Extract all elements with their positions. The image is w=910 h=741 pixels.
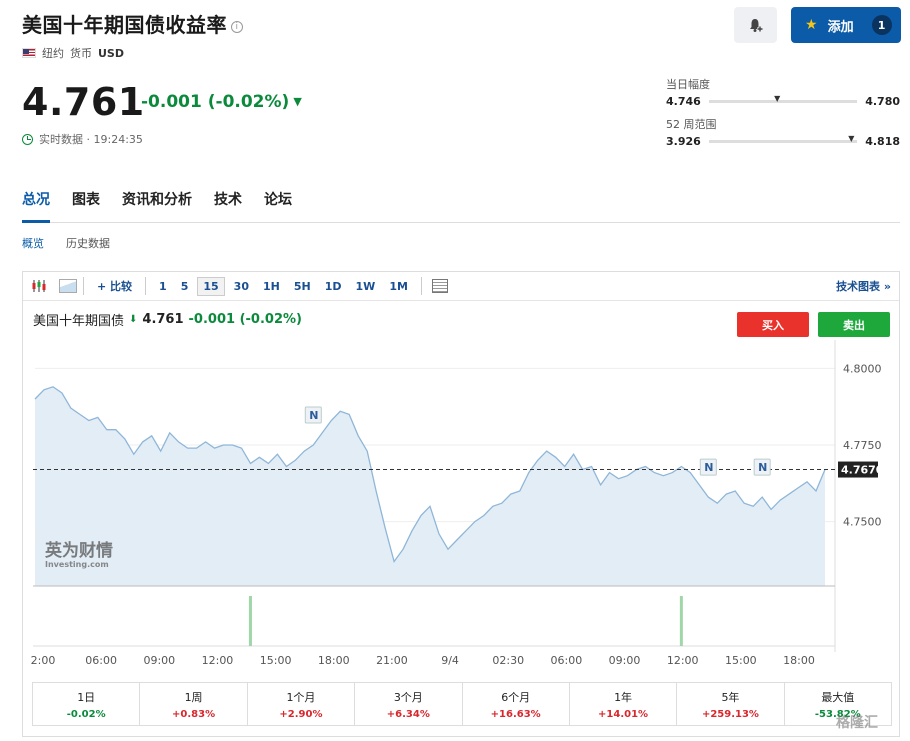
period-label: 5年 (721, 691, 740, 704)
x-tick-label: 06:00 (85, 654, 117, 667)
add-watchlist-button[interactable]: ★ 添加 1 (791, 7, 901, 43)
currency-label: 货币 (70, 47, 92, 60)
tabs-divider (22, 222, 900, 223)
subtab-history[interactable]: 历史数据 (66, 235, 110, 251)
period-label: 1个月 (286, 691, 316, 704)
period-value: -0.02% (66, 709, 106, 720)
range-marker-icon: ▼ (848, 134, 855, 143)
week52-range-bar: ▼ (708, 134, 858, 143)
x-tick-label: 15:00 (260, 654, 292, 667)
volume-bar (679, 596, 683, 646)
period-cell[interactable]: 1日 -0.02% (33, 683, 141, 725)
tab-technical[interactable]: 技术 (214, 189, 242, 209)
sub-tabs: 概览 历史数据 (22, 235, 110, 251)
x-tick-label: 9/4 (441, 654, 459, 667)
page-title: 美国十年期国债收益率 i (22, 9, 243, 38)
clock-icon (22, 133, 33, 145)
x-tick-label: 12:00 (202, 654, 234, 667)
star-icon: ★ (805, 17, 818, 33)
price-area (35, 386, 825, 586)
period-value: +16.63% (490, 709, 541, 720)
period-value: +259.13% (701, 709, 759, 720)
us-flag-icon (22, 48, 36, 58)
price-chart[interactable]: 4.8000 4.7750 4.7500 4.7670 N N N 2:00 06:00 09:0… (23, 272, 899, 682)
alert-button[interactable] (734, 7, 777, 43)
period-value: +0.83% (172, 709, 216, 720)
subtab-summary[interactable]: 概览 (22, 235, 44, 251)
investing-logo-sub: Investing.com (45, 560, 109, 569)
x-tick-label: 12:00 (667, 654, 699, 667)
x-tick-label: 02:30 (492, 654, 524, 667)
period-label: 最大值 (821, 691, 855, 704)
x-tick-label: 09:00 (143, 654, 175, 667)
main-tabs: 总况 图表 资讯和分析 技术 论坛 (22, 189, 292, 209)
news-marker-label: N (758, 461, 767, 474)
info-icon[interactable]: i (231, 20, 243, 33)
watermark-logo: 格隆汇 (836, 715, 878, 731)
period-label: 1周 (184, 691, 203, 704)
x-tick-label: 21:00 (376, 654, 408, 667)
period-value: +2.90% (279, 709, 323, 720)
period-cell[interactable]: 1个月 +2.90% (248, 683, 356, 725)
period-value: +14.01% (598, 709, 649, 720)
y-tick-label: 4.7750 (843, 439, 882, 452)
period-cell[interactable]: 5年 +259.13% (677, 683, 785, 725)
tab-forum[interactable]: 论坛 (264, 189, 292, 209)
x-tick-label: 2:00 (31, 654, 56, 667)
y-tick-label: 4.8000 (843, 362, 882, 375)
news-marker-label: N (309, 409, 318, 422)
x-tick-label: 09:00 (609, 654, 641, 667)
period-label: 3个月 (393, 691, 423, 704)
period-label: 1日 (77, 691, 96, 704)
period-cell[interactable]: 1周 +0.83% (140, 683, 248, 725)
y-tick-label: 4.7500 (843, 516, 882, 529)
price-change: -0.001 (-0.02%) ▼ (141, 92, 302, 112)
week52-range: 52 周范围 3.926 ▼ 4.818 (666, 118, 900, 148)
investing-logo: 英为财情 (45, 540, 113, 561)
period-label: 6个月 (501, 691, 531, 704)
currency-value: USD (98, 46, 124, 60)
x-tick-label: 15:00 (725, 654, 757, 667)
news-marker-label: N (704, 461, 713, 474)
watchlist-count-badge: 1 (871, 15, 892, 35)
tab-overview[interactable]: 总况 (22, 189, 50, 209)
instrument-meta: 纽约 货币 USD (22, 45, 124, 61)
location: 纽约 (42, 47, 64, 60)
active-tab-indicator (22, 220, 50, 223)
realtime-status: 实时数据 · 19:24:35 (22, 131, 143, 147)
day-range: 当日幅度 4.746 ▼ 4.780 (666, 78, 900, 108)
tab-news[interactable]: 资讯和分析 (122, 189, 192, 209)
tab-chart[interactable]: 图表 (72, 189, 100, 209)
down-triangle-icon: ▼ (293, 95, 302, 108)
day-range-bar: ▼ (708, 94, 858, 103)
range-marker-icon: ▼ (774, 94, 781, 103)
period-cell[interactable]: 3个月 +6.34% (355, 683, 463, 725)
add-label: 添加 (827, 19, 854, 35)
x-tick-label: 18:00 (318, 654, 350, 667)
x-tick-label: 18:00 (783, 654, 815, 667)
last-price: 4.761 (22, 80, 145, 124)
x-tick-label: 06:00 (551, 654, 583, 667)
performance-periods: 1日 -0.02% 1周 +0.83% 1个月 +2.90% 3个月 +6.34% 6个月 +16… (32, 682, 892, 726)
period-cell[interactable]: 6个月 +16.63% (463, 683, 570, 725)
current-price-label: 4.7670 (841, 464, 884, 477)
period-label: 1年 (614, 691, 633, 704)
period-cell[interactable]: 1年 +14.01% (570, 683, 678, 725)
period-value: +6.34% (386, 709, 430, 720)
bell-plus-icon (749, 19, 763, 32)
chart-panel: + 比较 1 5 15 30 1H 5H 1D 1W 1M 技术图表 » 美国十… (22, 271, 900, 737)
volume-bar (248, 596, 252, 646)
